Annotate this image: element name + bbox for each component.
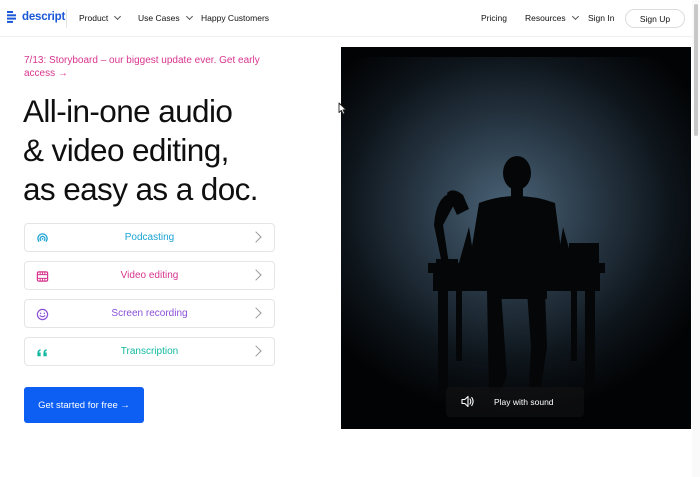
nav-pricing-label: Pricing [481, 13, 507, 23]
scrollbar-thumb[interactable] [694, 4, 698, 136]
nav-happy-customers[interactable]: Happy Customers [201, 13, 269, 23]
headline-line-3: as easy as a doc. [23, 171, 259, 207]
feature-screen-recording[interactable]: Screen recording [24, 299, 275, 328]
feature-label: Screen recording [111, 308, 188, 319]
logo[interactable]: descript [7, 11, 65, 23]
get-started-label: Get started for free → [38, 399, 130, 411]
hero-headline: All-in-one audio & video editing, as eas… [23, 92, 323, 209]
chevron-down-icon [571, 12, 579, 21]
nav-divider [66, 9, 67, 28]
feature-label: Video editing [120, 270, 179, 281]
chevron-down-icon [185, 12, 193, 21]
speaker-icon [461, 395, 474, 408]
sign-up-label: Sign Up [639, 13, 671, 24]
descript-logo-icon [7, 11, 16, 23]
get-started-button[interactable]: Get started for free → [24, 387, 144, 423]
play-with-sound-button[interactable]: Play with sound [446, 387, 584, 417]
hero-video[interactable]: Play with sound [341, 47, 691, 429]
nav-use-cases[interactable]: Use Cases [138, 12, 193, 23]
play-with-sound-label: Play with sound [494, 397, 554, 407]
nav-use-cases-label: Use Cases [138, 13, 180, 23]
announcement-link[interactable]: 7/13: Storyboard – our biggest update ev… [24, 54, 274, 80]
nav-product[interactable]: Product [79, 12, 122, 23]
feature-label: Transcription [120, 346, 179, 357]
nav-resources[interactable]: Resources [525, 12, 579, 23]
headline-line-2: & video editing, [23, 132, 229, 168]
sign-in-link[interactable]: Sign In [588, 13, 614, 23]
feature-podcasting[interactable]: Podcasting [24, 223, 275, 252]
feature-video-editing[interactable]: Video editing [24, 261, 275, 290]
headline-line-1: All-in-one audio [23, 93, 233, 129]
nav-happy-customers-label: Happy Customers [201, 13, 270, 23]
mouse-cursor-icon [338, 102, 347, 115]
page-scrollbar[interactable] [692, 0, 700, 477]
top-nav: descript Product Use Cases Happy Custome… [0, 0, 700, 37]
sign-up-button[interactable]: Sign Up [625, 9, 685, 28]
nav-product-label: Product [79, 13, 109, 23]
sign-in-label: Sign In [588, 13, 615, 23]
nav-resources-label: Resources [525, 13, 566, 23]
nav-pricing[interactable]: Pricing [481, 13, 507, 23]
chevron-down-icon [114, 12, 122, 21]
feature-label: Podcasting [124, 232, 175, 243]
logo-text: descript [22, 11, 66, 23]
feature-transcription[interactable]: Transcription [24, 337, 275, 366]
silhouette-desk-illustration [428, 156, 605, 393]
